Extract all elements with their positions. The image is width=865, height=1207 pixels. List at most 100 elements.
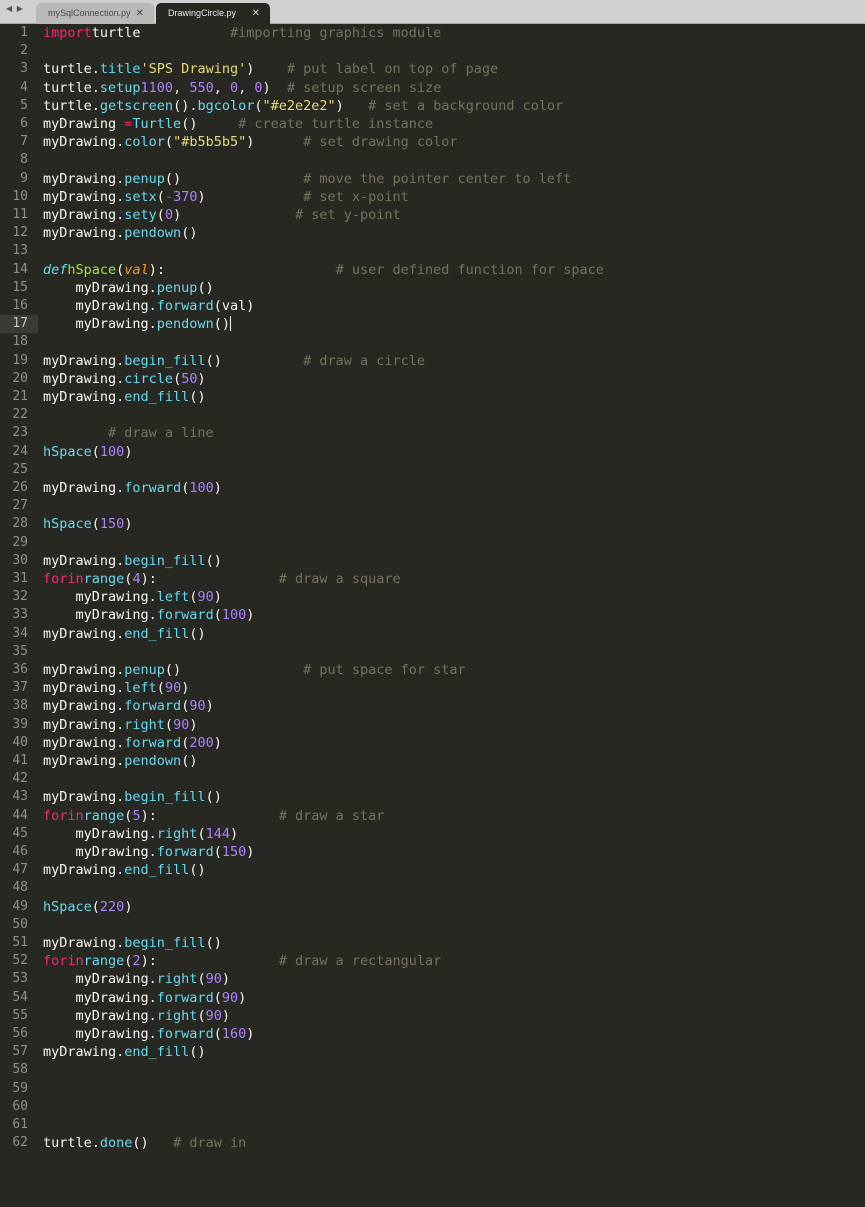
code-line[interactable]: 52 forinrange(2): # draw a rectangular <box>0 952 865 970</box>
code-line[interactable]: 16 myDrawing.forward(val) <box>0 297 865 315</box>
code-line[interactable]: 19 myDrawing.begin_fill() # draw a circle <box>0 352 865 370</box>
code-token: ) <box>221 971 230 988</box>
code-token: begin_fill <box>124 789 206 806</box>
code-line[interactable]: 30 myDrawing.begin_fill() <box>0 552 865 570</box>
code-line[interactable]: 38 myDrawing.forward(90) <box>0 697 865 715</box>
code-line[interactable]: 44 forinrange(5): # draw a star <box>0 807 865 825</box>
code-token: 550 <box>189 79 214 96</box>
code-text: myDrawing.begin_fill() <box>43 552 222 570</box>
tab-mysqlconnection[interactable]: mySqlConnection.py ✕ <box>36 3 154 24</box>
tab-drawingcircle[interactable]: DrawingCircle.py ✕ <box>156 3 270 24</box>
code-line[interactable]: 42 <box>0 770 865 788</box>
code-text: myDrawing.left(90) <box>43 588 222 606</box>
code-line[interactable]: 21 myDrawing.end_fill() <box>0 388 865 406</box>
code-token: turtle. <box>43 1135 100 1152</box>
code-line[interactable]: 39 myDrawing.right(90) <box>0 716 865 734</box>
code-line[interactable]: 8 <box>0 151 865 169</box>
code-line[interactable]: 61 <box>0 1116 865 1134</box>
code-line[interactable]: 37 myDrawing.left(90) <box>0 679 865 697</box>
code-line[interactable]: 41 myDrawing.pendown() <box>0 752 865 770</box>
code-token: 90 <box>221 989 239 1006</box>
code-line[interactable]: 20 myDrawing.circle(50) <box>0 370 865 388</box>
code-line[interactable]: 23 # draw a line <box>0 424 865 442</box>
tab-nav-arrows-icon[interactable]: ◀ ▶ <box>6 4 24 13</box>
code-token: ( <box>91 443 100 460</box>
code-line[interactable]: 11 myDrawing.sety(0) # set y-point <box>0 206 865 224</box>
code-text: hSpace(220) <box>43 898 132 916</box>
code-line[interactable]: 59 <box>0 1080 865 1098</box>
code-line[interactable]: 4 turtle.setup1100, 550, 0, 0) # setup sc… <box>0 79 865 97</box>
code-line[interactable]: 35 <box>0 643 865 661</box>
code-line[interactable]: 60 <box>0 1098 865 1116</box>
code-token: # set a background color <box>368 97 564 114</box>
code-line[interactable]: 56 myDrawing.forward(160) <box>0 1025 865 1043</box>
code-line[interactable]: 5 turtle.getscreen().bgcolor("#e2e2e2") #… <box>0 97 865 115</box>
code-line[interactable]: 31 forinrange(4): # draw a square <box>0 570 865 588</box>
code-line[interactable]: 49 hSpace(220) <box>0 898 865 916</box>
code-line[interactable]: 45 myDrawing.right(144) <box>0 825 865 843</box>
code-line[interactable]: 28 hSpace(150) <box>0 515 865 533</box>
code-token: #importing graphics module <box>229 25 442 41</box>
code-line[interactable]: 32 myDrawing.left(90) <box>0 588 865 606</box>
line-number: 41 <box>12 753 28 768</box>
code-token: forward <box>124 480 182 496</box>
line-number: 56 <box>12 1026 28 1041</box>
line-number: 39 <box>12 716 28 732</box>
code-line[interactable]: 9 myDrawing.penup() # move the pointer ce… <box>0 170 865 188</box>
code-token: (val) <box>213 298 255 314</box>
code-line[interactable]: 13 <box>0 242 865 260</box>
code-line[interactable]: 43 myDrawing.begin_fill() <box>0 788 865 806</box>
code-token: ( <box>164 134 174 151</box>
code-line[interactable]: 1 importturtle #importing graphics module <box>0 24 865 42</box>
code-line[interactable]: 57 myDrawing.end_fill() <box>0 1043 865 1061</box>
code-line[interactable]: 14 defhSpace(val): # user defined functio… <box>0 261 865 279</box>
code-line[interactable]: 48 <box>0 879 865 897</box>
code-line[interactable]: 50 <box>0 916 865 934</box>
code-line[interactable]: 25 <box>0 461 865 479</box>
code-line[interactable]: 51 myDrawing.begin_fill() <box>0 934 865 952</box>
code-line[interactable]: 62 turtle.done() # draw in <box>0 1134 865 1152</box>
code-line[interactable]: 33 myDrawing.forward(100) <box>0 606 865 624</box>
code-text: myDrawing.pendown() <box>43 315 231 333</box>
code-line[interactable]: 18 <box>0 333 865 351</box>
code-text: myDrawing.end_fill() <box>43 1043 206 1061</box>
code-text: myDrawing.end_fill() <box>43 861 206 879</box>
code-line[interactable]: 27 <box>0 497 865 515</box>
code-token: # setup screen size <box>286 79 442 96</box>
code-line[interactable]: 47 myDrawing.end_fill() <box>0 861 865 879</box>
code-line[interactable]: 22 <box>0 406 865 424</box>
code-line[interactable]: 40 myDrawing.forward(200) <box>0 734 865 752</box>
code-token: hSpace <box>43 443 92 460</box>
code-line[interactable]: 10 myDrawing.setx(-370) # set x-point <box>0 188 865 206</box>
code-line[interactable]: 36 myDrawing.penup() # put space for star <box>0 661 865 679</box>
code-token: () <box>205 352 304 369</box>
code-line[interactable]: 15 myDrawing.penup() <box>0 279 865 297</box>
code-line[interactable]: 55 myDrawing.right(90) <box>0 1007 865 1025</box>
code-line[interactable]: 53 myDrawing.right(90) <box>0 970 865 988</box>
code-line[interactable]: 46 myDrawing.forward(150) <box>0 843 865 861</box>
close-icon[interactable]: ✕ <box>136 3 144 24</box>
code-line[interactable]: 26 myDrawing.forward(100) <box>0 479 865 497</box>
tab-label: mySqlConnection.py <box>48 8 131 18</box>
code-line[interactable]: 58 <box>0 1061 865 1079</box>
code-line[interactable]: 12 myDrawing.pendown() <box>0 224 865 242</box>
code-line[interactable]: 54 myDrawing.forward(90) <box>0 989 865 1007</box>
code-line[interactable]: 3 turtle.title'SPS Drawing') # put label … <box>0 60 865 78</box>
line-number: 29 <box>12 534 28 550</box>
code-line[interactable]: 6 myDrawing =Turtle() # create turtle ins… <box>0 115 865 133</box>
code-line[interactable]: 2 <box>0 42 865 60</box>
code-editor[interactable]: 1 importturtle #importing graphics module… <box>0 24 865 1207</box>
code-line[interactable]: 34 myDrawing.end_fill() <box>0 625 865 643</box>
line-number: 46 <box>12 844 28 859</box>
code-token: myDrawing. <box>43 680 125 697</box>
tab-bar: ◀ ▶ mySqlConnection.py ✕ DrawingCircle.p… <box>0 0 865 24</box>
code-token: myDrawing. <box>43 789 125 806</box>
code-line[interactable]: 17 myDrawing.pendown() <box>0 315 865 334</box>
code-token: hSpace <box>43 898 92 915</box>
code-line[interactable]: 24 hSpace(100) <box>0 443 865 461</box>
code-line[interactable]: 29 <box>0 534 865 552</box>
code-token: pendown <box>124 753 182 769</box>
code-token: def <box>43 261 68 278</box>
code-line[interactable]: 7 myDrawing.color("#b5b5b5") # set drawin… <box>0 133 865 151</box>
close-icon[interactable]: ✕ <box>252 3 260 24</box>
